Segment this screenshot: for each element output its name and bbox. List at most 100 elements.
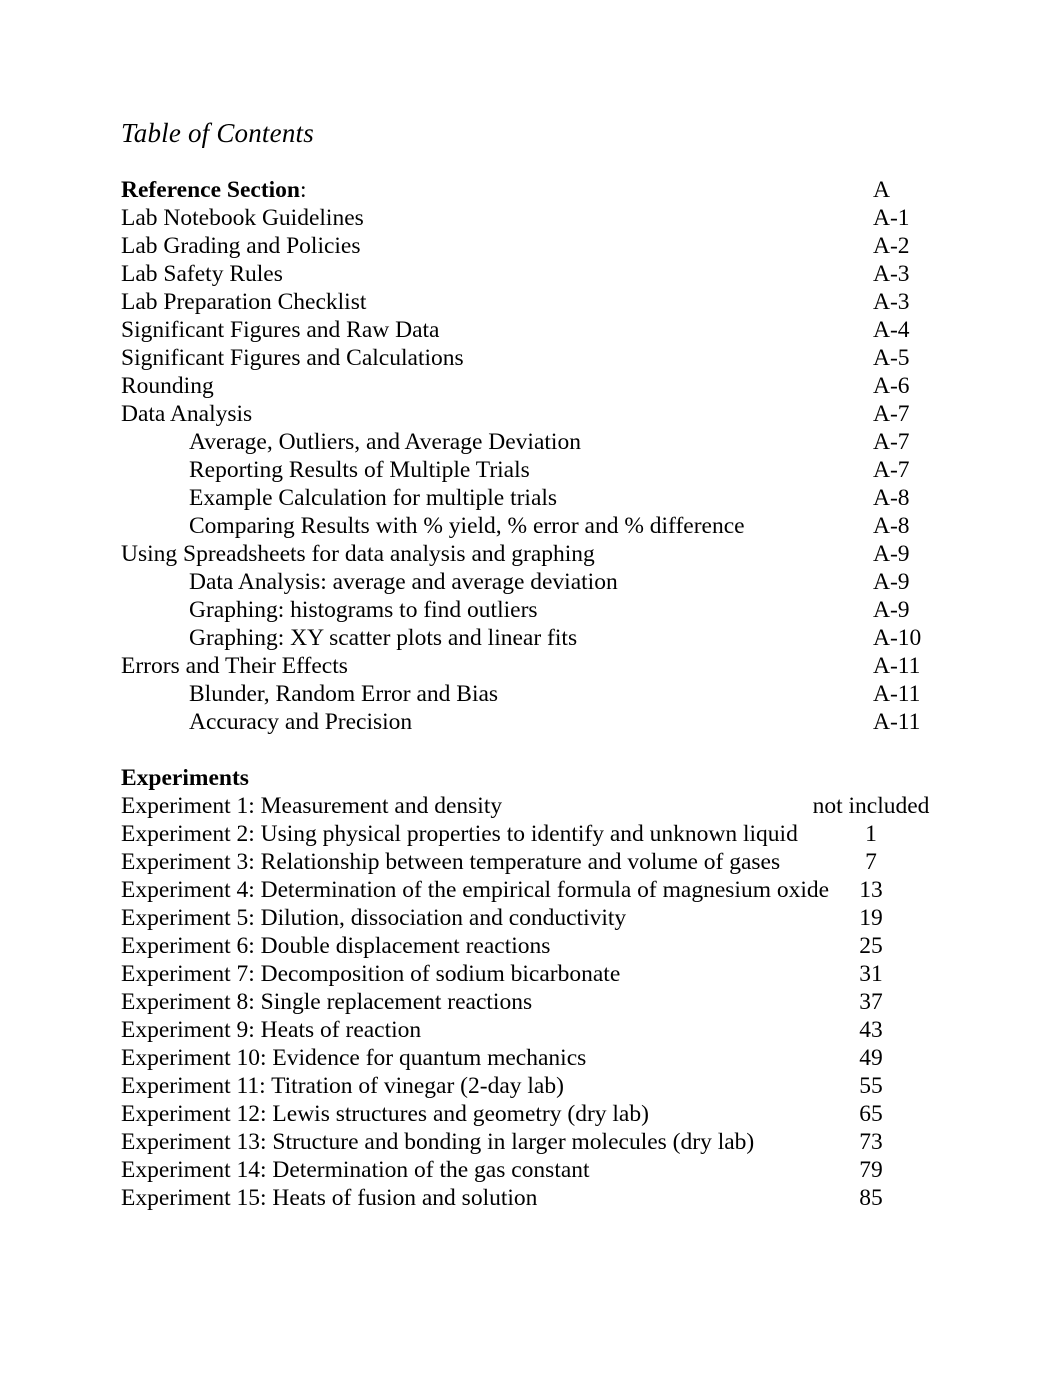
toc-entry[interactable]: Average, Outliers, and Average Deviation… [121, 428, 931, 456]
toc-page-number: A-11 [873, 709, 921, 735]
toc-page-number: A-4 [873, 317, 910, 343]
toc-entry[interactable]: Experiment 3: Relationship between tempe… [121, 848, 931, 876]
toc-page-number: A-9 [873, 597, 910, 623]
toc-entry-label: Graphing: XY scatter plots and linear fi… [189, 625, 578, 651]
toc-entry[interactable]: Experiment 13: Structure and bonding in … [121, 1128, 931, 1156]
toc-entry[interactable]: Experiment 9: Heats of reaction 43 [121, 1016, 931, 1044]
toc-entry[interactable]: Experiment 8: Single replacement reactio… [121, 988, 931, 1016]
table-of-contents: Reference Section: A Lab Notebook Guidel… [121, 176, 931, 1212]
toc-entry-label: Reporting Results of Multiple Trials [189, 457, 530, 483]
toc-entry[interactable]: Experiment 10: Evidence for quantum mech… [121, 1044, 931, 1072]
toc-page-number: 31 [859, 961, 883, 987]
toc-page-number: A-7 [873, 457, 910, 483]
toc-page-number: A-2 [873, 233, 910, 259]
toc-entry[interactable]: Experiment 5: Dilution, dissociation and… [121, 904, 931, 932]
toc-entry-label: Accuracy and Precision [189, 709, 413, 735]
toc-entry[interactable]: Experiment 15: Heats of fusion and solut… [121, 1184, 931, 1212]
toc-entry-label: Reference Section: [121, 176, 307, 204]
toc-entry[interactable]: Data Analysis: average and average devia… [121, 568, 931, 596]
toc-page-number: 73 [859, 1129, 883, 1155]
toc-page-number: A-9 [873, 541, 910, 567]
toc-entry[interactable]: Lab Preparation Checklist A-3 [121, 288, 931, 316]
toc-entry-label: Data Analysis: average and average devia… [189, 569, 618, 595]
toc-entry-label: Experiment 10: Evidence for quantum mech… [121, 1045, 587, 1071]
toc-page-number: A-5 [873, 345, 910, 371]
toc-entry-label: Average, Outliers, and Average Deviation [189, 429, 581, 455]
toc-page-number: 7 [865, 849, 877, 875]
toc-entry-label: Blunder, Random Error and Bias [189, 681, 499, 707]
toc-entry[interactable]: Lab Grading and Policies A-2 [121, 232, 931, 260]
toc-entry-label: Data Analysis [121, 401, 253, 427]
toc-entry-label: Comparing Results with % yield, % error … [189, 513, 745, 539]
toc-entry[interactable]: Experiment 4: Determination of the empir… [121, 876, 931, 904]
toc-entry-label: Experiment 3: Relationship between tempe… [121, 849, 781, 875]
toc-entry[interactable]: Experiment 11: Titration of vinegar (2-d… [121, 1072, 931, 1100]
toc-section-heading-reference: Reference Section: A [121, 176, 931, 204]
toc-entry-label: Experiment 14: Determination of the gas … [121, 1157, 590, 1183]
toc-entry-label: Graphing: histograms to find outliers [189, 597, 538, 623]
toc-page-number: A-3 [873, 261, 910, 287]
page-title: Table of Contents [121, 118, 314, 148]
toc-page-number: A-3 [873, 289, 910, 315]
toc-entry-label: Experiment 7: Decomposition of sodium bi… [121, 961, 621, 987]
toc-page-number: 25 [859, 933, 883, 959]
toc-entry-label: Experiment 15: Heats of fusion and solut… [121, 1185, 538, 1211]
toc-entry[interactable]: Data Analysis A-7 [121, 400, 931, 428]
toc-entry-label: Lab Grading and Policies [121, 233, 361, 259]
toc-page-number: A-11 [873, 653, 921, 679]
toc-page-number: 49 [859, 1045, 883, 1071]
toc-page-number: 85 [859, 1185, 883, 1211]
toc-entry-label: Experiment 8: Single replacement reactio… [121, 989, 533, 1015]
toc-page-number: A-6 [873, 373, 910, 399]
toc-page-number: A-7 [873, 401, 910, 427]
toc-entry[interactable]: Graphing: XY scatter plots and linear fi… [121, 624, 931, 652]
toc-entry-label: Experiment 12: Lewis structures and geom… [121, 1101, 649, 1127]
toc-experiment-entries: Experiment 1: Measurement and density not… [121, 792, 931, 1212]
toc-entry[interactable]: Lab Notebook Guidelines A-1 [121, 204, 931, 232]
toc-entry[interactable]: Significant Figures and Calculations A-5 [121, 344, 931, 372]
toc-page-number: 19 [859, 905, 883, 931]
toc-entry[interactable]: Experiment 14: Determination of the gas … [121, 1156, 931, 1184]
toc-entry-label: Experiment 6: Double displacement reacti… [121, 933, 551, 959]
toc-page-number: A-8 [873, 513, 910, 539]
toc-entry-label: Experiment 1: Measurement and density [121, 793, 503, 819]
toc-page-number: A [873, 177, 890, 203]
toc-page-number: not included [812, 793, 930, 819]
toc-entry[interactable]: Significant Figures and Raw Data A-4 [121, 316, 931, 344]
toc-entry-label: Experiment 13: Structure and bonding in … [121, 1129, 755, 1155]
toc-entry[interactable]: Rounding A-6 [121, 372, 931, 400]
toc-entry[interactable]: Experiment 1: Measurement and density not… [121, 792, 931, 820]
toc-entry[interactable]: Experiment 6: Double displacement reacti… [121, 932, 931, 960]
toc-page-number: 43 [859, 1017, 883, 1043]
toc-entry[interactable]: Experiment 2: Using physical properties … [121, 820, 931, 848]
toc-entry[interactable]: Using Spreadsheets for data analysis and… [121, 540, 931, 568]
toc-entry[interactable]: Reporting Results of Multiple Trials A-7 [121, 456, 931, 484]
toc-page-number: A-7 [873, 429, 910, 455]
toc-entry[interactable]: Experiment 12: Lewis structures and geom… [121, 1100, 931, 1128]
toc-entry-label: Experiment 5: Dilution, dissociation and… [121, 905, 627, 931]
toc-entry[interactable]: Graphing: histograms to find outliers A-9 [121, 596, 931, 624]
reference-heading-colon: : [300, 177, 307, 203]
toc-entry-label: Experiment 11: Titration of vinegar (2-d… [121, 1073, 564, 1099]
toc-reference-entries: Lab Notebook Guidelines A-1 Lab Grading an… [121, 204, 931, 736]
toc-entry-label: Lab Notebook Guidelines [121, 205, 364, 231]
toc-page-number: 79 [859, 1157, 883, 1183]
toc-entry[interactable]: Accuracy and Precision A-11 [121, 708, 931, 736]
toc-entry-label: Lab Safety Rules [121, 261, 283, 287]
toc-entry[interactable]: Lab Safety Rules A-3 [121, 260, 931, 288]
toc-page-number: 37 [859, 989, 883, 1015]
toc-entry[interactable]: Experiment 7: Decomposition of sodium bi… [121, 960, 931, 988]
toc-entry[interactable]: Errors and Their Effects A-11 [121, 652, 931, 680]
toc-page-number: A-11 [873, 681, 921, 707]
toc-page-number: 65 [859, 1101, 883, 1127]
reference-heading-text: Reference Section [121, 177, 301, 203]
toc-entry-label: Experiment 2: Using physical properties … [121, 821, 798, 847]
toc-entry[interactable]: Example Calculation for multiple trials A… [121, 484, 931, 512]
document-page: Table of Contents Reference Section: A L… [0, 0, 1062, 1376]
toc-entry[interactable]: Comparing Results with % yield, % error … [121, 512, 931, 540]
toc-entry-label: Significant Figures and Raw Data [121, 317, 440, 343]
toc-entry-label: Errors and Their Effects [121, 653, 348, 679]
experiments-heading-text: Experiments [121, 765, 249, 791]
toc-entry[interactable]: Blunder, Random Error and Bias A-11 [121, 680, 931, 708]
